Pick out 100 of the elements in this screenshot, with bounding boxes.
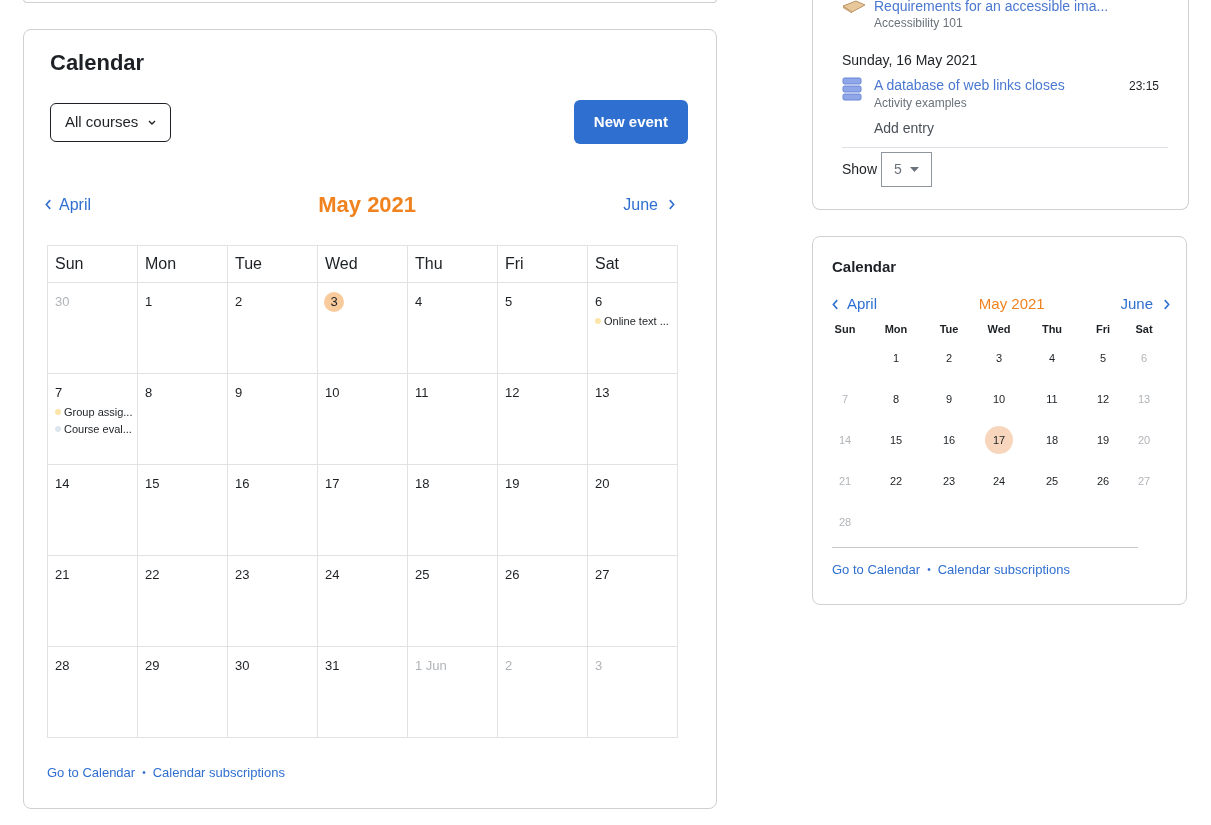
chevron-right-icon	[668, 199, 675, 210]
book-icon	[842, 0, 866, 14]
day-number: 19	[505, 475, 520, 493]
course-name: Activity examples	[874, 96, 967, 111]
day-number: 18	[415, 475, 430, 493]
day-number: 15	[145, 475, 160, 493]
calendar-link[interactable]: Go to Calendar	[832, 559, 921, 579]
previous-month-link[interactable]: April	[832, 293, 877, 316]
separator-dot: •	[926, 562, 932, 577]
course-name: Accessibility 101	[874, 15, 964, 31]
day-number: 2	[505, 657, 513, 675]
day-number: 5	[505, 293, 513, 311]
event-link[interactable]: Requirements for an accessible ima...	[874, 0, 1109, 16]
weekday-header: Tue	[228, 246, 318, 283]
day-number: 10	[325, 384, 340, 402]
day-number: 6	[595, 293, 603, 311]
event-time: 23:15	[1128, 77, 1159, 95]
day-number: 20	[595, 475, 610, 493]
day-number: 3	[595, 657, 603, 675]
day-number[interactable]: 23	[942, 472, 956, 490]
event-link[interactable]: Online text ...	[604, 313, 669, 330]
weekday-header: Fri	[498, 246, 588, 283]
chevron-down-icon	[148, 119, 157, 125]
weekday-header: Wed	[986, 322, 1012, 338]
weekday-header: Mon	[138, 246, 228, 283]
next-month-link[interactable]: June	[1120, 293, 1170, 316]
database-icon	[842, 76, 862, 101]
chevron-left-icon	[45, 199, 52, 210]
weekday-header: Sun	[833, 322, 857, 338]
day-number[interactable]: 1	[892, 349, 900, 367]
date-heading: Sunday, 16 May 2021	[842, 50, 979, 70]
add-entry-link[interactable]: Add entry	[874, 120, 934, 138]
day-number: 30	[55, 293, 70, 311]
calendar-title: Calendar	[49, 52, 146, 74]
day-number: 11	[415, 384, 429, 402]
day-number[interactable]: 24	[992, 472, 1006, 490]
day-number[interactable]: 25	[1045, 472, 1059, 490]
day-number: 25	[415, 566, 430, 584]
weekday-header: Thu	[408, 246, 498, 283]
day-number[interactable]: 18	[1045, 431, 1059, 449]
day-number[interactable]: 3	[995, 349, 1003, 367]
day-number: 21	[55, 566, 70, 584]
calendar-link[interactable]: Go to Calendar	[47, 763, 136, 783]
day-number: 16	[235, 475, 250, 493]
day-number[interactable]: 4	[1048, 349, 1056, 367]
day-number[interactable]: 8	[892, 390, 900, 408]
previous-month-link[interactable]: April	[45, 192, 91, 217]
day-number: 29	[145, 657, 160, 675]
weekday-header: Thu	[1040, 322, 1064, 338]
weekday-header: Sun	[48, 246, 138, 283]
day-number: 31	[325, 657, 340, 675]
day-number: 1 Jun	[415, 657, 447, 675]
weekday-header: Wed	[318, 246, 408, 283]
day-number: 1	[145, 293, 153, 311]
month-title: May 2021	[977, 294, 1045, 314]
next-month-link[interactable]: June	[623, 192, 685, 217]
chevron-left-icon	[832, 298, 839, 310]
calendar-title: Calendar	[832, 259, 898, 274]
day-number: 17	[325, 475, 340, 493]
day-number: 24	[325, 566, 340, 584]
event-link[interactable]: A database of web links closes	[874, 76, 1065, 94]
day-number: 26	[505, 566, 520, 584]
new-event-button[interactable]: New event	[573, 100, 688, 144]
day-number[interactable]: 5	[1099, 349, 1107, 367]
separator-dot: •	[141, 766, 147, 781]
day-number: 14	[55, 475, 70, 493]
day-number: 23	[235, 566, 250, 584]
day-number: 22	[145, 566, 160, 584]
weekday-header: Tue	[938, 322, 960, 338]
day-number[interactable]: 26	[1096, 472, 1110, 490]
day-number: 28	[55, 657, 70, 675]
day-number: 30	[235, 657, 250, 675]
day-number[interactable]: 15	[889, 431, 903, 449]
caret-icon	[909, 166, 919, 172]
weekday-header: Sat	[588, 246, 678, 283]
day-number[interactable]: 9	[945, 390, 953, 408]
weekday-header: Sat	[1135, 322, 1153, 338]
course-filter-select[interactable]: All courses	[50, 102, 172, 142]
calendar-link[interactable]: Calendar subscriptions	[937, 559, 1070, 579]
day-number: 4	[415, 293, 423, 311]
page-size-select[interactable]: 5	[881, 151, 932, 187]
show-label: Show	[842, 159, 878, 179]
day-number: 3	[324, 292, 344, 312]
day-number: 2	[235, 293, 243, 311]
event-link[interactable]: Course eval...	[64, 420, 132, 437]
month-title: May 2021	[317, 191, 417, 219]
day-number[interactable]: 17	[985, 426, 1013, 454]
day-number[interactable]: 2	[945, 349, 953, 367]
day-number[interactable]: 12	[1096, 390, 1110, 408]
day-number: 7	[55, 384, 63, 402]
event-link[interactable]: Group assig...	[64, 404, 133, 421]
day-number[interactable]: 19	[1096, 431, 1110, 449]
day-number[interactable]: 16	[942, 431, 956, 449]
calendar-link[interactable]: Calendar subscriptions	[152, 763, 285, 783]
day-number[interactable]: 10	[992, 390, 1006, 408]
day-number[interactable]: 11	[1046, 390, 1058, 408]
day-number: 8	[145, 384, 153, 402]
weekday-header: Fri	[1094, 322, 1112, 338]
day-number: 13	[595, 384, 610, 402]
day-number[interactable]: 22	[889, 472, 903, 490]
